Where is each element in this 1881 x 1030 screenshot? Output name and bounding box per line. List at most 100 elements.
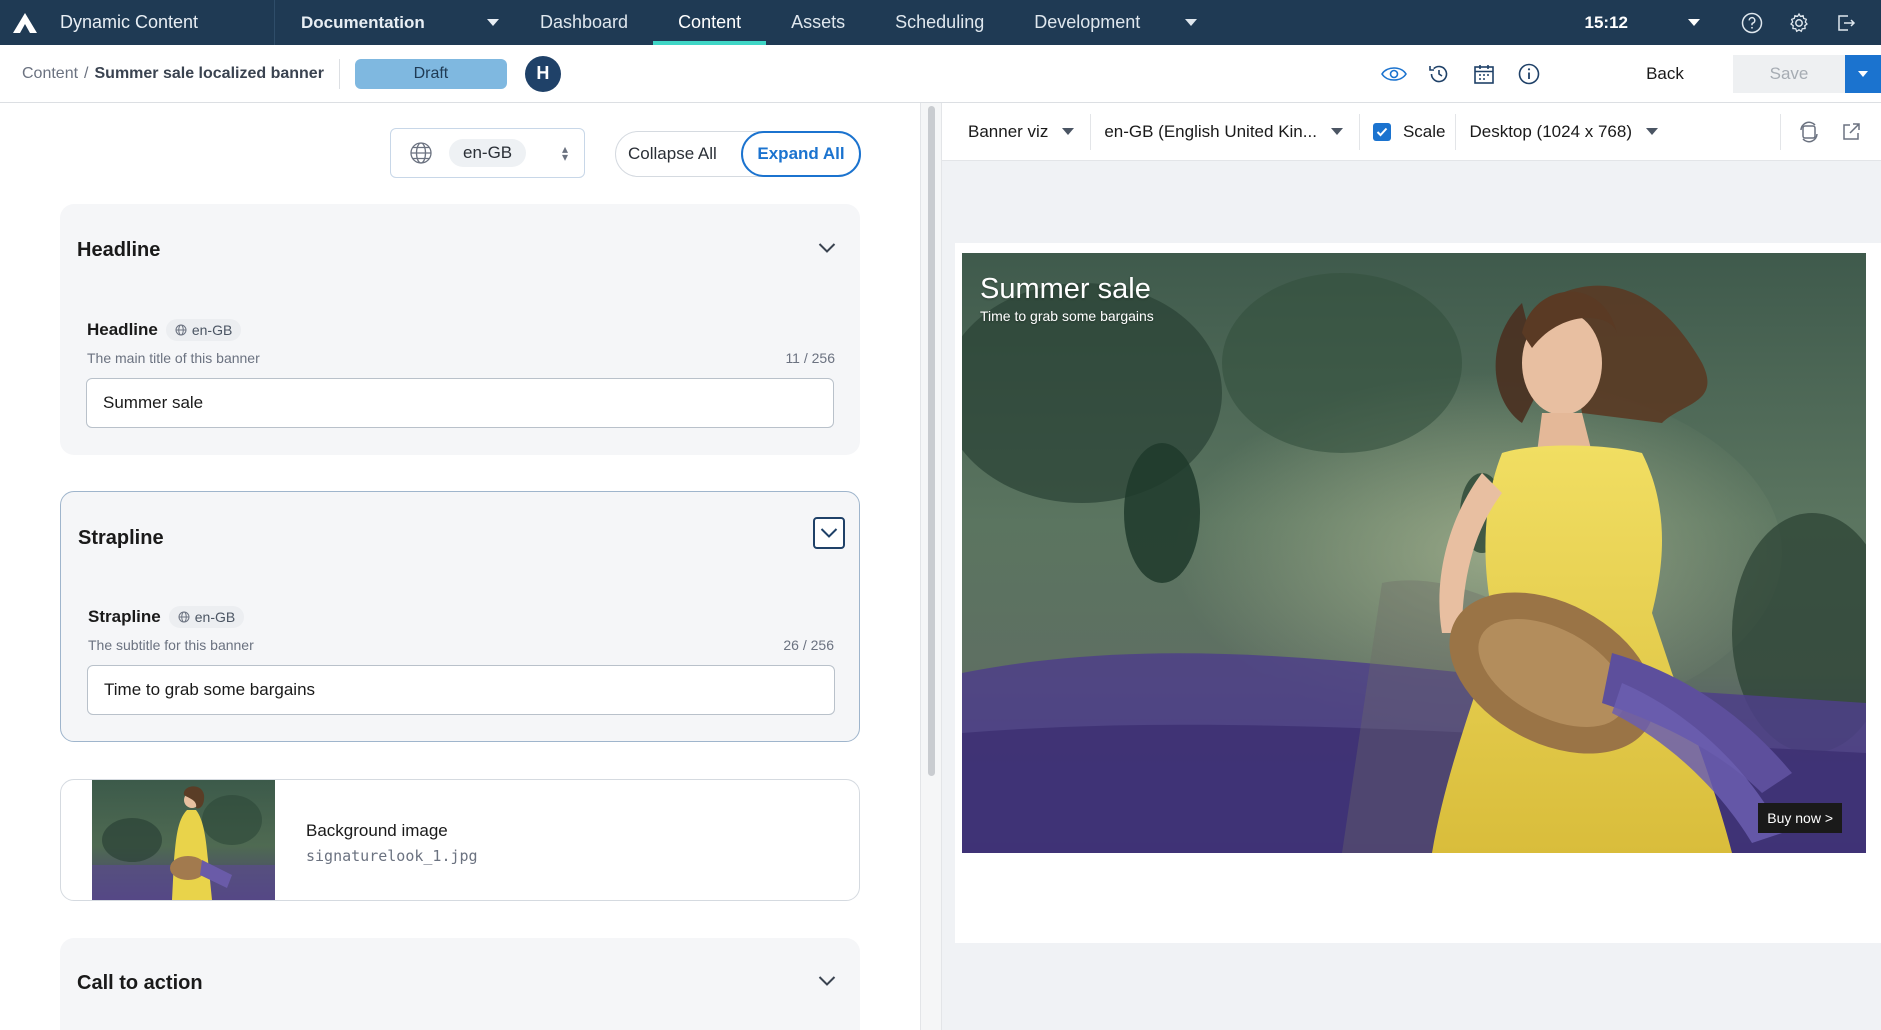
globe-icon <box>178 611 190 623</box>
back-button[interactable]: Back <box>1625 64 1705 84</box>
status-badge[interactable]: Draft <box>354 58 507 89</box>
headline-section: Headline Headline en-GB The main title o… <box>60 204 860 455</box>
headline-field-label: Headline en-GB <box>87 319 242 341</box>
editor-scrollbar[interactable] <box>920 103 942 1030</box>
tab-development-label: Development <box>1034 12 1141 32</box>
save-button[interactable]: Save <box>1733 54 1845 93</box>
background-image-filename: signaturelook_1.jpg <box>306 847 478 865</box>
banner-cta-button[interactable]: Buy now > <box>1758 803 1842 833</box>
chevron-down-icon <box>1330 128 1343 135</box>
headline-input[interactable]: Summer sale <box>86 378 834 428</box>
strapline-input[interactable]: Time to grab some bargains <box>87 665 835 715</box>
open-external-icon[interactable] <box>1839 120 1863 144</box>
banner-subtitle: Time to grab some bargains <box>980 308 1154 324</box>
hub-menu-label: Documentation <box>301 12 425 32</box>
field-label-text: Headline <box>87 320 158 339</box>
chevron-down-icon[interactable] <box>813 517 845 549</box>
save-options-button[interactable] <box>1845 54 1881 93</box>
background-image-thumbnail[interactable] <box>92 780 275 900</box>
section-title: Headline <box>77 239 161 261</box>
content-editor: en-GB ▴ ▾ Collapse All Expand All Headlin… <box>0 103 920 1030</box>
clock-menu-chevron-icon[interactable] <box>1688 19 1700 26</box>
background-image-title: Background image <box>306 821 448 840</box>
preview-canvas: Summer sale Time to grab some bargains B… <box>955 243 1881 943</box>
chevron-down-icon <box>487 19 499 26</box>
scale-label: Scale <box>1402 121 1446 141</box>
hub-menu[interactable]: Documentation <box>275 0 515 45</box>
tab-assets[interactable]: Assets <box>766 0 870 45</box>
chevron-down-icon <box>1185 19 1198 26</box>
locale-selector[interactable]: en-GB ▴ ▾ <box>390 128 585 178</box>
top-navigation: Dynamic Content Documentation Dashboard … <box>0 0 1881 45</box>
preview-locale-select[interactable]: en-GB (English United Kin... <box>1091 103 1359 161</box>
gear-icon[interactable] <box>1787 11 1811 35</box>
divider <box>338 58 340 89</box>
clock: 15:12 <box>1584 12 1628 32</box>
scale-checkbox[interactable]: Scale <box>1360 103 1456 161</box>
refresh-icon[interactable] <box>1797 120 1821 144</box>
section-title: Call to action <box>77 972 203 994</box>
tab-scheduling[interactable]: Scheduling <box>870 0 1009 45</box>
locale-badge-text: en-GB <box>191 322 233 338</box>
eye-icon[interactable] <box>1380 60 1408 88</box>
character-count: 11 / 256 <box>785 350 835 366</box>
divider <box>1780 113 1781 150</box>
locale-badge: en-GB <box>165 319 242 341</box>
help-icon[interactable] <box>1740 11 1764 35</box>
breadcrumb-current: Summer sale localized banner <box>94 64 324 82</box>
app-name: Dynamic Content <box>60 12 199 32</box>
chevron-down-icon <box>1646 128 1659 135</box>
avatar[interactable]: H <box>524 55 561 92</box>
preview-pane: Banner viz en-GB (English United Kin... … <box>942 103 1881 1030</box>
call-to-action-section: Call to action <box>60 938 860 1030</box>
globe-icon <box>175 324 187 336</box>
background-image-section[interactable]: Background image signaturelook_1.jpg <box>60 779 860 901</box>
collapse-all-button[interactable]: Collapse All <box>616 144 742 164</box>
logout-icon[interactable] <box>1834 11 1858 35</box>
breadcrumb: Content / Summer sale localized banner <box>0 65 324 83</box>
tab-development[interactable]: Development <box>1009 0 1222 45</box>
chevron-down-icon <box>1858 70 1868 77</box>
history-icon[interactable] <box>1425 60 1453 88</box>
preview-locale-label: en-GB (English United Kin... <box>1104 121 1317 141</box>
strapline-section: Strapline Strapline en-GB The subtitle f… <box>60 491 860 742</box>
info-icon[interactable] <box>1515 60 1543 88</box>
visualization-select[interactable]: Banner viz <box>942 103 1090 161</box>
locale-badge-text: en-GB <box>194 609 236 625</box>
tab-scheduling-label: Scheduling <box>895 12 985 32</box>
visualization-label: Banner viz <box>968 121 1049 141</box>
tab-dashboard[interactable]: Dashboard <box>515 0 653 45</box>
device-label: Desktop (1024 x 768) <box>1469 121 1633 141</box>
globe-icon <box>410 142 432 164</box>
character-count: 26 / 256 <box>783 637 834 653</box>
tab-dashboard-label: Dashboard <box>540 12 629 32</box>
scrollbar-thumb[interactable] <box>928 106 935 776</box>
sort-arrows-icon: ▴ ▾ <box>561 142 568 164</box>
checkbox-checked-icon <box>1372 122 1391 141</box>
preview-toolbar: Banner viz en-GB (English United Kin... … <box>942 103 1881 161</box>
field-help-text: The subtitle for this banner <box>88 637 254 653</box>
tab-content-label: Content <box>678 12 742 32</box>
app-brand[interactable]: Dynamic Content <box>0 0 275 45</box>
tab-assets-label: Assets <box>791 12 846 32</box>
field-help-text: The main title of this banner <box>87 350 260 366</box>
banner-background-image <box>962 253 1866 853</box>
banner-title: Summer sale <box>980 273 1151 305</box>
field-label-text: Strapline <box>88 607 161 626</box>
expand-collapse-toggle: Collapse All Expand All <box>615 131 861 177</box>
breadcrumb-separator: / <box>84 64 89 82</box>
locale-value: en-GB <box>449 139 527 167</box>
locale-badge: en-GB <box>168 606 245 628</box>
expand-all-button[interactable]: Expand All <box>741 131 861 177</box>
chevron-down-icon <box>1062 128 1075 135</box>
tab-content[interactable]: Content <box>653 0 767 45</box>
amplience-logo-icon <box>13 12 37 33</box>
device-select[interactable]: Desktop (1024 x 768) <box>1456 103 1659 161</box>
strapline-field-label: Strapline en-GB <box>88 606 245 628</box>
chevron-down-icon[interactable] <box>816 970 838 992</box>
chevron-down-icon[interactable] <box>816 237 838 259</box>
breadcrumb-root[interactable]: Content <box>22 65 78 83</box>
banner-preview: Summer sale Time to grab some bargains B… <box>962 253 1866 853</box>
section-title: Strapline <box>78 527 164 549</box>
calendar-icon[interactable] <box>1470 60 1498 88</box>
